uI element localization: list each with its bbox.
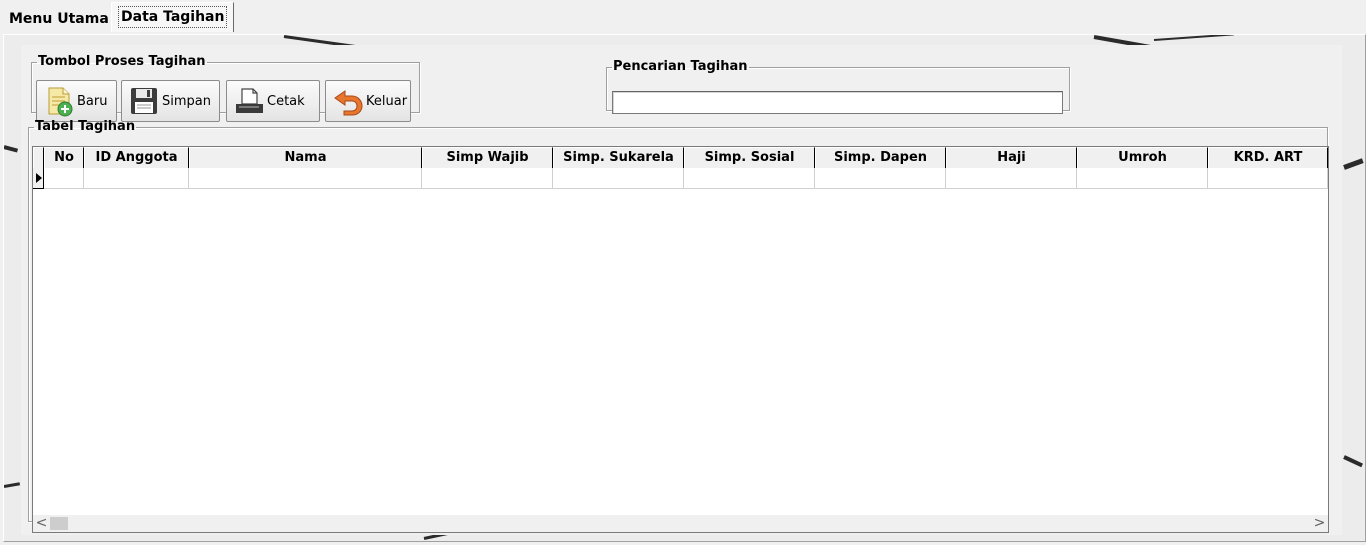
tab-strip: Menu Utama Data Tagihan bbox=[0, 0, 1366, 34]
tombol-proses-group: Tombol Proses Tagihan Baru Simpan Cetak … bbox=[31, 54, 420, 122]
printer-icon bbox=[233, 85, 265, 117]
table-cell[interactable] bbox=[815, 168, 946, 189]
horizontal-scrollbar[interactable]: < > bbox=[33, 515, 1328, 532]
scroll-left-icon[interactable]: < bbox=[33, 515, 50, 532]
baru-button-label: Baru bbox=[77, 93, 108, 109]
column-header-umroh[interactable]: Umroh bbox=[1077, 147, 1208, 168]
table-cell[interactable] bbox=[1077, 168, 1208, 189]
column-header-simp-dapen[interactable]: Simp. Dapen bbox=[815, 147, 946, 168]
pencarian-legend: Pencarian Tagihan bbox=[613, 59, 748, 74]
table-cell[interactable] bbox=[1208, 168, 1328, 189]
row-selector[interactable] bbox=[33, 168, 44, 189]
tagihan-table[interactable]: No ID Anggota Nama Simp Wajib Simp. Suka… bbox=[32, 146, 1329, 533]
column-header-simp-sukarela[interactable]: Simp. Sukarela bbox=[553, 147, 684, 168]
pencarian-group: Pencarian Tagihan bbox=[606, 59, 1070, 114]
search-input[interactable] bbox=[612, 91, 1063, 114]
background-streak bbox=[1153, 35, 1234, 41]
table-cell[interactable] bbox=[946, 168, 1077, 189]
background-streak bbox=[4, 145, 19, 153]
background-streak bbox=[1343, 158, 1364, 170]
scroll-right-icon[interactable]: > bbox=[1311, 515, 1328, 532]
simpan-button-label: Simpan bbox=[162, 93, 211, 109]
baru-button[interactable]: Baru bbox=[36, 80, 117, 122]
row-selector-header bbox=[33, 147, 44, 168]
keluar-button-label: Keluar bbox=[366, 93, 408, 109]
scroll-thumb[interactable] bbox=[50, 517, 68, 530]
column-header-id-anggota[interactable]: ID Anggota bbox=[84, 147, 189, 168]
column-header-nama[interactable]: Nama bbox=[189, 147, 422, 168]
column-header-simp-wajib[interactable]: Simp Wajib bbox=[422, 147, 553, 168]
cetak-button[interactable]: Cetak bbox=[226, 80, 320, 122]
tabel-tagihan-legend: Tabel Tagihan bbox=[35, 119, 136, 134]
tab-data-tagihan[interactable]: Data Tagihan bbox=[111, 2, 235, 32]
simpan-button[interactable]: Simpan bbox=[121, 80, 220, 122]
table-header-row: No ID Anggota Nama Simp Wajib Simp. Suka… bbox=[33, 147, 1328, 168]
tab-menu-utama[interactable]: Menu Utama bbox=[3, 7, 115, 33]
current-row-arrow-icon bbox=[36, 173, 42, 183]
cetak-button-label: Cetak bbox=[267, 93, 305, 109]
background-streak bbox=[1343, 455, 1363, 468]
table-cell[interactable] bbox=[44, 168, 84, 189]
table-cell[interactable] bbox=[553, 168, 684, 189]
column-header-haji[interactable]: Haji bbox=[946, 147, 1077, 168]
background-streak bbox=[4, 482, 21, 488]
tabel-tagihan-group: Tabel Tagihan No ID Anggota Nama Simp Wa… bbox=[28, 119, 1329, 533]
new-document-icon bbox=[43, 85, 75, 117]
table-cell[interactable] bbox=[422, 168, 553, 189]
column-header-krd-art[interactable]: KRD. ART bbox=[1208, 147, 1328, 168]
tombol-proses-legend: Tombol Proses Tagihan bbox=[38, 54, 206, 69]
column-header-no[interactable]: No bbox=[44, 147, 84, 168]
page-area: Tombol Proses Tagihan Baru Simpan Cetak … bbox=[3, 34, 1366, 542]
table-cell[interactable] bbox=[189, 168, 422, 189]
keluar-button[interactable]: Keluar bbox=[325, 80, 411, 122]
tab-data-tagihan-label: Data Tagihan bbox=[118, 6, 228, 28]
exit-arrow-icon bbox=[332, 85, 364, 117]
column-header-simp-sosial[interactable]: Simp. Sosial bbox=[684, 147, 815, 168]
table-cell[interactable] bbox=[84, 168, 189, 189]
table-cell[interactable] bbox=[684, 168, 815, 189]
floppy-disk-icon bbox=[128, 85, 160, 117]
table-row[interactable] bbox=[33, 168, 1328, 189]
main-panel: Tombol Proses Tagihan Baru Simpan Cetak … bbox=[21, 45, 1342, 535]
